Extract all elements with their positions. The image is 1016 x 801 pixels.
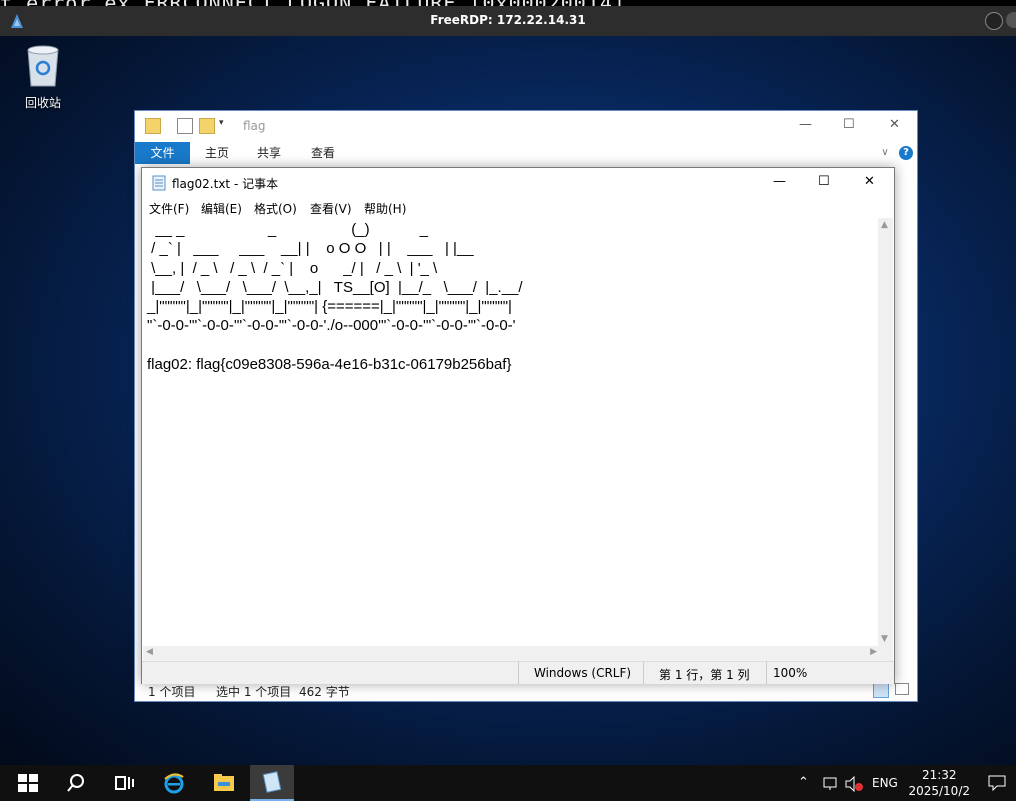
notepad-statusbar: Windows (CRLF) 第 1 行，第 1 列 100%	[142, 661, 894, 684]
action-center-icon[interactable]	[988, 775, 1006, 791]
details-view-icon[interactable]	[873, 682, 889, 698]
notepad-titlebar: flag02.txt - 记事本 — ☐ ✕	[142, 168, 894, 198]
help-icon[interactable]: ?	[899, 146, 913, 160]
recycle-bin[interactable]: 回收站	[18, 44, 68, 111]
clock-date: 2025/10/2	[908, 784, 970, 798]
zoom-level: 100%	[773, 666, 808, 680]
explorer-close-button[interactable]: ✕	[889, 117, 900, 132]
scroll-right-icon[interactable]: ▶	[870, 647, 877, 657]
taskbar: ⌃ ENG 21:32 2025/10/2	[0, 765, 1016, 801]
language-indicator[interactable]: ENG	[872, 776, 898, 790]
cursor-position: 第 1 行，第 1 列	[659, 668, 750, 682]
item-count: 1 个项目	[148, 685, 196, 699]
menu-view[interactable]: 查看(V)	[310, 200, 352, 217]
vertical-scrollbar[interactable]: ▲ ▼	[878, 218, 893, 646]
chevron-down-icon[interactable]: ▾	[219, 118, 233, 132]
recycle-bin-icon	[27, 45, 59, 87]
internet-explorer-icon[interactable]	[162, 771, 186, 795]
selected-count: 选中 1 个项目	[216, 685, 292, 699]
notepad-close-button[interactable]: ✕	[864, 174, 875, 189]
search-icon[interactable]	[64, 771, 88, 795]
explorer-statusbar: 1 个项目 选中 1 个项目 462 字节	[135, 681, 917, 701]
scroll-left-icon[interactable]: ◀	[146, 647, 153, 657]
menu-format[interactable]: 格式(O)	[254, 200, 297, 217]
file-explorer-icon[interactable]	[212, 771, 236, 795]
scroll-down-icon[interactable]: ▼	[881, 634, 888, 644]
new-folder-icon[interactable]	[199, 118, 215, 134]
explorer-ribbon: 文件 主页 共享 查看 ∨ ?	[135, 142, 917, 164]
menu-edit[interactable]: 编辑(E)	[201, 200, 242, 217]
tab-home[interactable]: 主页	[197, 142, 237, 164]
notepad-content: __ _ _ (_) _ / _` | ___ ___ __| | o O O …	[147, 221, 523, 374]
explorer-titlebar: ▾ flag — ☐ ✕	[135, 111, 917, 141]
explorer-maximize-button[interactable]: ☐	[843, 117, 855, 132]
rdp-window-title: FreeRDP: 172.22.14.31	[430, 13, 586, 27]
start-windows-icon[interactable]	[16, 771, 40, 795]
volume-muted-icon[interactable]	[844, 776, 864, 792]
notepad-taskbar-button[interactable]	[250, 765, 294, 801]
scroll-up-icon[interactable]: ▲	[881, 220, 888, 230]
rdp-close-button[interactable]	[1006, 12, 1016, 28]
tab-view[interactable]: 查看	[303, 142, 343, 164]
notepad-maximize-button[interactable]: ☐	[818, 174, 830, 189]
rdp-titlebar: FreeRDP: 172.22.14.31	[0, 6, 1016, 36]
notepad-title: flag02.txt - 记事本	[172, 177, 279, 191]
status-divider	[518, 662, 519, 684]
notepad-icon	[262, 771, 282, 793]
encoding-status: Windows (CRLF)	[534, 666, 632, 680]
recycle-bin-label: 回收站	[24, 96, 61, 110]
status-divider	[643, 662, 644, 684]
status-divider	[766, 662, 767, 684]
notepad-text-area[interactable]: __ _ _ (_) _ / _` | ___ ___ __| | o O O …	[143, 218, 880, 646]
clock[interactable]: 21:32 2025/10/2	[908, 767, 970, 799]
rdp-minimize-button[interactable]	[985, 12, 1003, 30]
scroll-corner	[878, 646, 893, 661]
menu-help[interactable]: 帮助(H)	[364, 200, 406, 217]
tab-share[interactable]: 共享	[249, 142, 289, 164]
task-view-icon[interactable]	[112, 771, 136, 795]
notepad-minimize-button[interactable]: —	[773, 174, 786, 189]
properties-icon[interactable]	[177, 118, 193, 134]
explorer-title: flag	[243, 119, 266, 133]
menu-file[interactable]: 文件(F)	[149, 200, 189, 217]
notepad-menubar: 文件(F) 编辑(E) 格式(O) 查看(V) 帮助(H)	[142, 198, 894, 218]
notepad-window: flag02.txt - 记事本 — ☐ ✕ 文件(F) 编辑(E) 格式(O)…	[141, 167, 895, 684]
horizontal-scrollbar[interactable]: ◀ ▶	[143, 646, 880, 661]
folder-icon	[145, 118, 161, 134]
network-icon[interactable]	[822, 776, 840, 792]
tab-file[interactable]: 文件	[135, 142, 190, 164]
ribbon-expand-icon[interactable]: ∨	[877, 142, 893, 164]
clock-time: 21:32	[921, 768, 957, 782]
selected-size: 462 字节	[299, 685, 350, 699]
show-hidden-icons-icon[interactable]: ⌃	[798, 775, 809, 790]
large-icons-view-icon[interactable]	[895, 683, 909, 695]
explorer-minimize-button[interactable]: —	[799, 117, 812, 132]
notepad-icon	[152, 175, 166, 191]
